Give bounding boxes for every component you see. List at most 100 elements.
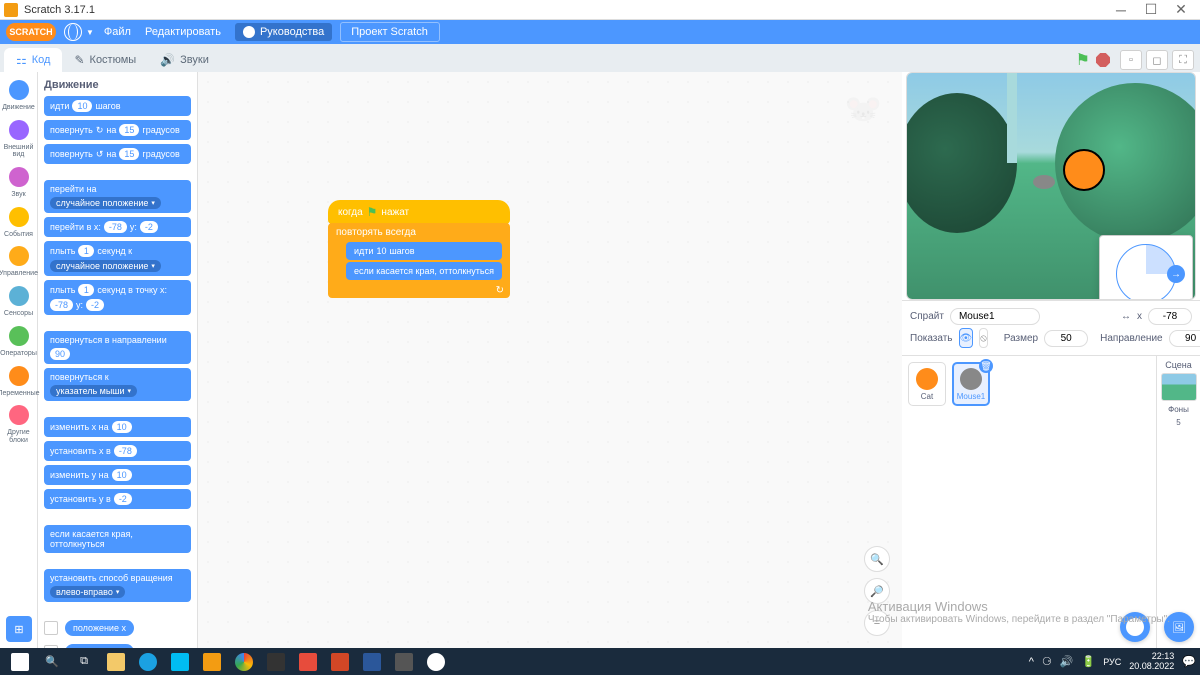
taskbar-app-word[interactable] bbox=[357, 650, 387, 674]
block-turn-ccw[interactable]: повернуть↺на15градусов bbox=[44, 144, 191, 164]
hide-button[interactable]: ⦸ bbox=[979, 328, 988, 348]
sprite-item-cat[interactable]: Cat bbox=[908, 362, 946, 406]
category-variables[interactable] bbox=[9, 366, 29, 386]
direction-arrow-icon[interactable]: → bbox=[1167, 265, 1185, 283]
tray-battery-icon[interactable]: 🔋 bbox=[1082, 655, 1096, 668]
block-glide[interactable]: плыть1секунд кслучайное положение bbox=[44, 241, 191, 276]
stage-thumbnail[interactable] bbox=[1161, 373, 1197, 401]
script-stack[interactable]: когда⚑нажат повторять всегда идти10шагов… bbox=[328, 200, 510, 298]
block-point-to[interactable]: повернуться куказатель мыши bbox=[44, 368, 191, 401]
scratch-logo[interactable]: SCRATCH bbox=[6, 23, 56, 41]
zoom-in-button[interactable]: 🔍 bbox=[864, 546, 890, 572]
menu-tutorials[interactable]: Руководства bbox=[235, 23, 332, 41]
tray-chevron-icon[interactable]: ^ bbox=[1029, 656, 1034, 668]
tab-sounds[interactable]: 🔊 Звуки bbox=[148, 48, 221, 72]
stage-fullscreen-button[interactable]: ⛶ bbox=[1172, 50, 1194, 70]
block-bounce[interactable]: если касается края, оттолкнуться bbox=[44, 525, 191, 553]
block-goto[interactable]: перейти наслучайное положение bbox=[44, 180, 191, 213]
tab-costumes[interactable]: ✎Костюмы bbox=[62, 48, 148, 72]
block-change-y[interactable]: изменить y на10 bbox=[44, 465, 191, 485]
search-button[interactable]: 🔍 bbox=[37, 650, 67, 674]
category-sound[interactable] bbox=[9, 167, 29, 187]
sprite-name-input[interactable] bbox=[950, 308, 1040, 325]
taskbar-app-chrome[interactable] bbox=[229, 650, 259, 674]
script-area[interactable]: 🐭 когда⚑нажат повторять всегда идти10шаг… bbox=[198, 72, 902, 648]
direction-popup[interactable]: → ↻ ▸◂ ✦ bbox=[1099, 235, 1193, 300]
sounds-icon: 🔊 bbox=[160, 53, 175, 67]
globe-icon[interactable] bbox=[64, 23, 82, 41]
show-label: Показать bbox=[910, 333, 953, 344]
minimize-button[interactable]: ─ bbox=[1106, 1, 1136, 19]
task-view-button[interactable]: ⧉ bbox=[69, 650, 99, 674]
clock[interactable]: 22:13 20.08.2022 bbox=[1129, 652, 1174, 672]
show-button[interactable]: 👁 bbox=[959, 328, 974, 348]
sprite-x-input[interactable] bbox=[1148, 308, 1192, 325]
block-move-steps[interactable]: идти10шагов bbox=[44, 96, 191, 116]
sprite-item-mouse[interactable]: 🗑 Mouse1 bbox=[952, 362, 990, 406]
block-move-steps-script[interactable]: идти10шагов bbox=[346, 242, 502, 260]
menu-file[interactable]: Файл bbox=[104, 26, 131, 38]
sprite-direction-input[interactable] bbox=[1169, 330, 1200, 347]
taskbar-app-powerpoint[interactable] bbox=[325, 650, 355, 674]
block-bounce-script[interactable]: если касается края, оттолкнуться bbox=[346, 262, 502, 280]
category-motion[interactable] bbox=[9, 80, 29, 100]
taskbar-app-yandex[interactable] bbox=[421, 650, 451, 674]
category-sensing[interactable] bbox=[9, 286, 29, 306]
category-operators[interactable] bbox=[9, 326, 29, 346]
reporter-x[interactable]: положение x bbox=[44, 618, 191, 638]
taskbar-app-paint[interactable] bbox=[293, 650, 323, 674]
sprite-size-input[interactable] bbox=[1044, 330, 1088, 347]
notifications-button[interactable]: 💬 bbox=[1182, 655, 1196, 668]
block-palette[interactable]: Движение идти10шагов повернуть↻на15граду… bbox=[38, 72, 198, 648]
project-name-input[interactable]: Проект Scratch bbox=[340, 22, 440, 42]
taskbar-app-scratch[interactable] bbox=[197, 650, 227, 674]
category-looks[interactable] bbox=[9, 120, 29, 140]
main-area: Движение Внешний вид Звук События Управл… bbox=[0, 72, 1200, 648]
direction-dial[interactable]: → bbox=[1116, 244, 1176, 300]
stage-cat-sprite[interactable] bbox=[1063, 149, 1105, 191]
system-tray[interactable]: ^ ⚆ 🔊 🔋 РУС 22:13 20.08.2022 💬 bbox=[1029, 652, 1196, 672]
taskbar-app-edge[interactable] bbox=[133, 650, 163, 674]
stage[interactable]: → ↻ ▸◂ ✦ bbox=[906, 72, 1196, 300]
language-caret-icon[interactable]: ▼ bbox=[86, 28, 94, 37]
menu-edit[interactable]: Редактировать bbox=[145, 26, 221, 38]
category-events[interactable] bbox=[9, 207, 29, 227]
tray-volume-icon[interactable]: 🔊 bbox=[1060, 655, 1074, 668]
block-set-x[interactable]: установить x в-78 bbox=[44, 441, 191, 461]
category-myblocks[interactable] bbox=[9, 405, 29, 425]
block-rotation-style[interactable]: установить способ вращениявлево-вправо bbox=[44, 569, 191, 602]
stage-mouse-sprite[interactable] bbox=[1033, 175, 1055, 189]
tray-network-icon[interactable]: ⚆ bbox=[1042, 655, 1052, 668]
stage-panel: → ↻ ▸◂ ✦ Спрайт ↔ x Показать 👁 ⦸ Разме bbox=[902, 72, 1200, 648]
start-button[interactable] bbox=[5, 650, 35, 674]
windows-taskbar[interactable]: 🔍 ⧉ ^ ⚆ 🔊 🔋 РУС 22:13 20.08.2022 💬 bbox=[0, 648, 1200, 675]
block-when-flag-clicked[interactable]: когда⚑нажат bbox=[328, 200, 510, 224]
stop-button[interactable] bbox=[1096, 53, 1110, 67]
delete-sprite-button[interactable]: 🗑 bbox=[979, 359, 993, 373]
tab-sounds-label: Звуки bbox=[180, 54, 209, 66]
extensions-button[interactable]: ⊞ bbox=[6, 616, 32, 642]
taskbar-app-store[interactable] bbox=[165, 650, 195, 674]
language-indicator[interactable]: РУС bbox=[1103, 657, 1121, 667]
block-goto-xy[interactable]: перейти в x:-78y:-2 bbox=[44, 217, 191, 237]
backdrops-label: Фоны bbox=[1168, 405, 1189, 414]
taskbar-app-generic2[interactable] bbox=[389, 650, 419, 674]
block-set-y[interactable]: установить y в-2 bbox=[44, 489, 191, 509]
category-control[interactable] bbox=[9, 246, 29, 266]
block-forever[interactable]: повторять всегда идти10шагов если касает… bbox=[328, 223, 510, 298]
stage-large-button[interactable]: ◻ bbox=[1146, 50, 1168, 70]
stage-small-button[interactable]: ▫ bbox=[1120, 50, 1142, 70]
green-flag-button[interactable]: ⚑ bbox=[1076, 50, 1090, 70]
maximize-button[interactable]: ☐ bbox=[1136, 1, 1166, 19]
taskbar-app-explorer[interactable] bbox=[101, 650, 131, 674]
block-glide-xy[interactable]: плыть1секунд в точку x:-78y:-2 bbox=[44, 280, 191, 315]
activation-subtitle: Чтобы активировать Windows, перейдите в … bbox=[868, 614, 1170, 625]
sprite-watermark-icon: 🐭 bbox=[845, 92, 882, 127]
block-turn-cw[interactable]: повернуть↻на15градусов bbox=[44, 120, 191, 140]
tab-code[interactable]: ⚏Код bbox=[4, 48, 62, 72]
size-label: Размер bbox=[1004, 333, 1038, 344]
block-point-dir[interactable]: повернуться в направлении90 bbox=[44, 331, 191, 364]
close-button[interactable]: ✕ bbox=[1166, 1, 1196, 19]
block-change-x[interactable]: изменить x на10 bbox=[44, 417, 191, 437]
taskbar-app-generic1[interactable] bbox=[261, 650, 291, 674]
